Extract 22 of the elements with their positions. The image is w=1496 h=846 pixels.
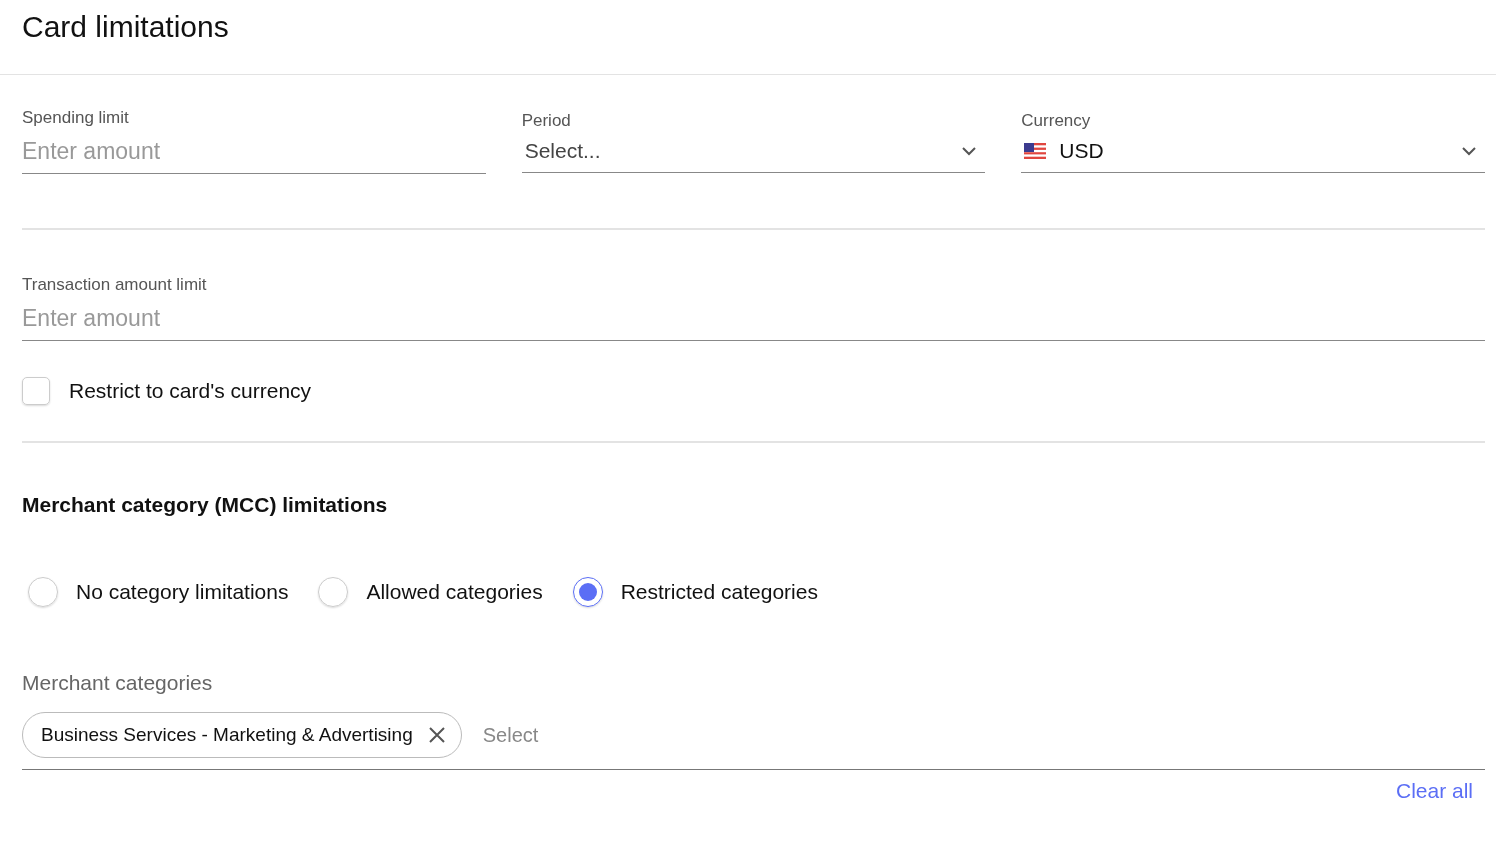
field-label: Transaction amount limit — [22, 275, 208, 296]
field-label: Spending limit — [22, 108, 130, 129]
select-placeholder: Select — [482, 723, 539, 747]
clear-all-link[interactable]: Clear all — [1395, 779, 1473, 803]
section-heading: Merchant category (MCC) limitations — [22, 493, 389, 517]
radio-label: Allowed categories — [366, 580, 543, 604]
checkbox-label: Restrict to card's currency — [69, 379, 312, 403]
flag-icon — [1024, 143, 1047, 159]
field-label: Currency — [1021, 111, 1092, 132]
multi-select-field[interactable]: Business Services - Marketing & Advertising Select — [22, 697, 1485, 770]
chip-label: Business Services - Marketing & Advertising — [41, 724, 413, 746]
page-title: Card limitations — [22, 9, 230, 44]
checkbox[interactable] — [22, 377, 50, 405]
radio-label: Restricted categories — [620, 580, 818, 604]
close-icon[interactable] — [426, 725, 447, 745]
chevron-down-icon — [1461, 146, 1477, 156]
radio-label: No category limitations — [76, 580, 289, 604]
field-label: Period — [521, 111, 572, 132]
select-field[interactable]: Select... — [521, 132, 986, 173]
chevron-down-icon — [961, 146, 978, 156]
field-label: Merchant categories — [22, 671, 214, 695]
select-field[interactable]: USD — [1021, 132, 1485, 173]
